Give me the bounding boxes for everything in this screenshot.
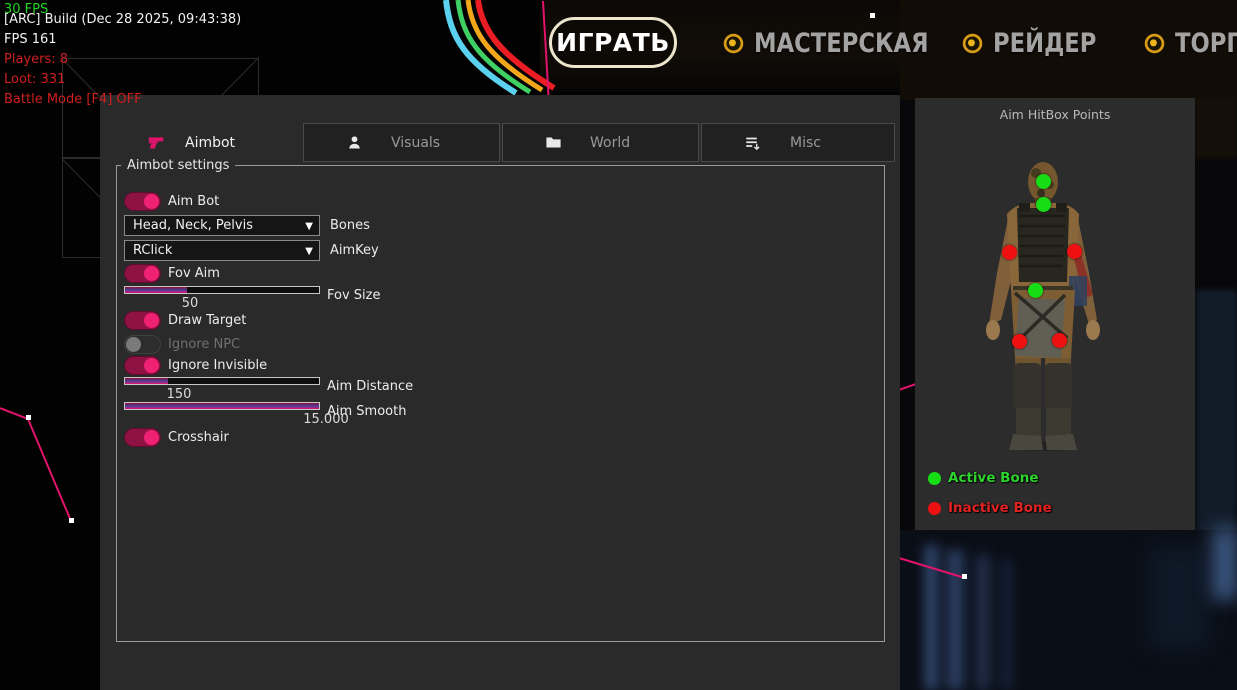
chevron-down-icon: ▼ bbox=[305, 217, 313, 236]
tab-world[interactable]: World bbox=[502, 123, 699, 162]
hud-build-info: [ARC] Build (Dec 28 2025, 09:43:38) bbox=[4, 10, 241, 30]
bones-dropdown[interactable]: Head, Neck, Pelvis ▼ bbox=[124, 215, 320, 236]
ignore-npc-toggle[interactable] bbox=[124, 335, 161, 354]
tab-label: Misc bbox=[790, 135, 821, 151]
scene-light-streak bbox=[946, 550, 964, 690]
bones-label: Bones bbox=[330, 218, 370, 233]
legend-inactive-label: Inactive Bone bbox=[948, 500, 1052, 516]
crosshair-toggle[interactable] bbox=[124, 428, 161, 447]
coin-icon bbox=[1144, 33, 1165, 54]
esp-line bbox=[0, 407, 28, 420]
legend-active-label: Active Bone bbox=[948, 470, 1039, 486]
toggle-knob bbox=[144, 266, 159, 281]
legend-inactive-bone: Inactive Bone bbox=[928, 500, 1052, 516]
toggle-knob bbox=[144, 194, 159, 209]
nav-item-label: ТОРГОВЛЯ bbox=[1175, 28, 1237, 59]
person-icon bbox=[346, 134, 363, 151]
fov-size-slider[interactable] bbox=[124, 286, 320, 294]
crosshair-label: Crosshair bbox=[168, 430, 229, 445]
chevron-down-icon: ▼ bbox=[305, 242, 313, 261]
esp-target-dot bbox=[26, 415, 31, 420]
scene-blue-strip bbox=[1196, 290, 1237, 535]
hud-fps: FPS 161 bbox=[4, 30, 57, 50]
esp-line bbox=[27, 419, 72, 522]
legend-active-bone: Active Bone bbox=[928, 470, 1039, 486]
player-model bbox=[985, 158, 1125, 453]
hitbox-point-left-knee bbox=[1012, 334, 1027, 349]
playlist-add-icon bbox=[744, 134, 762, 152]
aimkey-label: AimKey bbox=[330, 243, 379, 258]
nav-item-label: РЕЙДЕР bbox=[993, 28, 1096, 59]
hitbox-point-right-knee bbox=[1052, 333, 1067, 348]
aim-smooth-slider[interactable] bbox=[124, 402, 320, 410]
play-button-label: ИГРАТЬ bbox=[556, 28, 670, 57]
hud-loot-count: Loot: 331 bbox=[4, 70, 65, 90]
tab-misc[interactable]: Misc bbox=[701, 123, 895, 162]
inactive-bone-dot bbox=[928, 502, 941, 515]
tab-label: Visuals bbox=[391, 135, 440, 151]
hitbox-point-right-arm bbox=[1067, 244, 1082, 259]
hud-players-count: Players: 8 bbox=[4, 50, 68, 70]
hitbox-point-neck bbox=[1036, 197, 1051, 212]
toggle-knob bbox=[144, 358, 159, 373]
tab-aimbot[interactable]: Aimbot bbox=[130, 123, 300, 162]
tab-label: Aimbot bbox=[185, 135, 235, 151]
fov-aim-label: Fov Aim bbox=[168, 266, 220, 281]
hitbox-point-left-arm bbox=[1002, 245, 1017, 260]
nav-item-trade[interactable]: ТОРГОВЛЯ bbox=[1144, 28, 1237, 59]
ignore-invisible-label: Ignore Invisible bbox=[168, 358, 267, 373]
pistol-icon bbox=[148, 134, 165, 151]
draw-target-toggle[interactable] bbox=[124, 311, 161, 330]
ignore-invisible-toggle[interactable] bbox=[124, 356, 161, 375]
scene-glow bbox=[1148, 545, 1210, 650]
bones-dropdown-value: Head, Neck, Pelvis bbox=[133, 218, 253, 233]
fov-size-label: Fov Size bbox=[327, 288, 380, 303]
nav-item-label: МАСТЕРСКАЯ bbox=[754, 28, 929, 59]
active-bone-dot bbox=[928, 472, 941, 485]
toggle-knob bbox=[144, 313, 159, 328]
folder-icon bbox=[545, 134, 562, 151]
hitbox-point-head bbox=[1036, 174, 1051, 189]
fov-aim-toggle[interactable] bbox=[124, 264, 161, 283]
aim-distance-value: 150 bbox=[167, 387, 192, 402]
aimkey-dropdown[interactable]: RClick ▼ bbox=[124, 240, 320, 261]
slider-fill bbox=[125, 287, 187, 293]
toggle-knob bbox=[144, 430, 159, 445]
hitbox-panel-title: Aim HitBox Points bbox=[915, 107, 1195, 122]
esp-target-dot bbox=[69, 518, 74, 523]
toggle-knob bbox=[126, 337, 141, 352]
draw-target-label: Draw Target bbox=[168, 313, 246, 328]
hitbox-preview-panel: Aim HitBox Points bbox=[915, 98, 1195, 530]
nav-item-raider[interactable]: РЕЙДЕР bbox=[962, 28, 1116, 59]
aimkey-dropdown-value: RClick bbox=[133, 243, 172, 258]
scene-brown-patch bbox=[1195, 98, 1237, 158]
coin-icon bbox=[962, 33, 983, 54]
slider-fill bbox=[125, 378, 168, 384]
nav-item-workshop[interactable]: МАСТЕРСКАЯ bbox=[723, 28, 962, 59]
ignore-npc-label: Ignore NPC bbox=[168, 337, 240, 352]
scene-glow bbox=[1213, 528, 1237, 600]
tab-visuals[interactable]: Visuals bbox=[303, 123, 500, 162]
play-button[interactable]: ИГРАТЬ bbox=[549, 17, 677, 68]
aim-bot-toggle[interactable] bbox=[124, 192, 161, 211]
slider-fill bbox=[125, 403, 319, 409]
cheat-menu-panel: Aimbot Visuals World Misc Aimbot setti bbox=[100, 95, 900, 690]
game-screen: 30 FPS [ARC] Build (Dec 28 2025, 09:43:3… bbox=[0, 0, 1237, 690]
aim-distance-slider[interactable] bbox=[124, 377, 320, 385]
scene-light-streak bbox=[1001, 560, 1011, 690]
scene-light-streak bbox=[976, 555, 990, 690]
aim-distance-label: Aim Distance bbox=[327, 379, 413, 394]
coin-icon bbox=[723, 33, 744, 54]
fov-size-value: 50 bbox=[182, 296, 199, 311]
hitbox-point-pelvis bbox=[1028, 283, 1043, 298]
aimbot-settings-title: Aimbot settings bbox=[121, 158, 235, 173]
aim-smooth-value: 15.000 bbox=[303, 412, 349, 427]
tab-label: World bbox=[590, 135, 630, 151]
aim-bot-label: Aim Bot bbox=[168, 194, 219, 209]
hud-battle-mode: Battle Mode [F4] OFF bbox=[4, 90, 142, 110]
scene-light-streak bbox=[925, 545, 938, 690]
